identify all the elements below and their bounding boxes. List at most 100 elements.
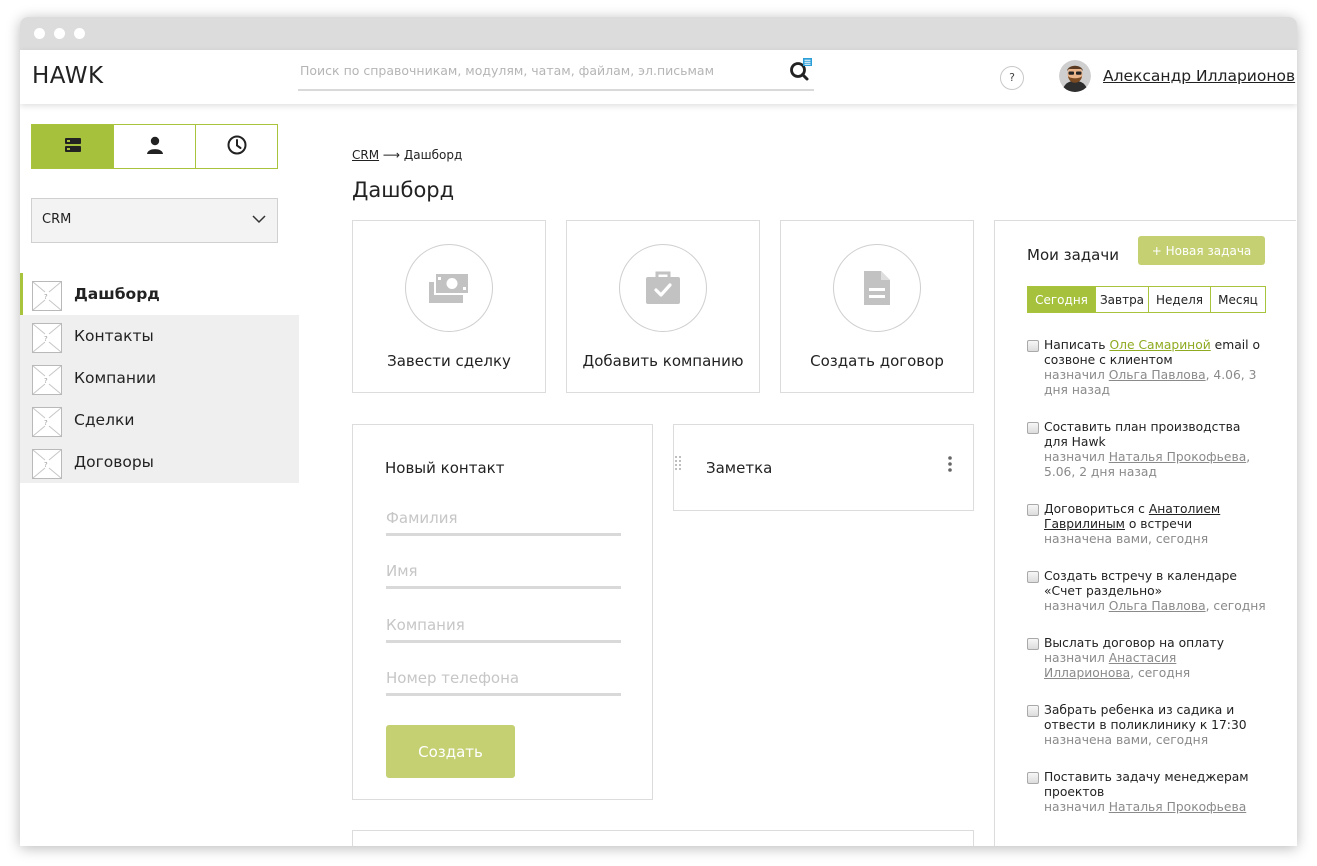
sidebar-item-label: Договоры: [74, 453, 154, 471]
svg-text:?: ?: [44, 377, 48, 385]
firstname-field-wrap: [386, 561, 621, 589]
sidebar-item-contracts[interactable]: ? Договоры: [20, 441, 299, 483]
sidebar-item-label: Дашборд: [74, 285, 160, 303]
quick-action-new-deal[interactable]: Завести сделку: [352, 220, 546, 393]
task-person-link[interactable]: Оле Самариной: [1109, 338, 1210, 352]
breadcrumb: CRM ⟶ Дашборд: [352, 148, 462, 162]
tab-tomorrow[interactable]: Завтра: [1096, 287, 1149, 312]
phone-field[interactable]: [386, 669, 621, 687]
help-button[interactable]: ?: [1000, 66, 1024, 90]
more-vertical-icon[interactable]: [947, 455, 953, 477]
task-meta: назначил Анастасия Илларионова, сегодня: [1044, 651, 1267, 681]
app-logo: HAWK: [32, 63, 104, 89]
avatar[interactable]: [1059, 60, 1091, 92]
task-meta-text: назначил: [1044, 599, 1109, 613]
sidebar-nav: ? Дашборд ? Контакты ? Компании ? Сделки…: [20, 273, 299, 483]
task-text: Написать: [1044, 338, 1110, 352]
page-title: Дашборд: [352, 178, 455, 202]
sidebar-item-companies[interactable]: ? Компании: [20, 357, 299, 399]
user-name-link[interactable]: Александр Илларионов: [1103, 67, 1295, 85]
task-assigner-link[interactable]: Ольга Павлова: [1109, 368, 1206, 382]
dashboard-widget-card: [352, 830, 974, 846]
task-assigner-link[interactable]: Наталья Прокофьева: [1109, 800, 1247, 814]
task-meta-text: назначил: [1044, 800, 1109, 814]
history-mode-button[interactable]: [196, 125, 277, 168]
document-icon: [833, 244, 921, 332]
task-meta: назначена вами, сегодня: [1044, 733, 1267, 748]
svg-text:?: ?: [44, 293, 48, 301]
placeholder-icon: ?: [32, 407, 62, 437]
task-meta: назначил Наталья Прокофьева: [1044, 800, 1267, 815]
company-field[interactable]: [386, 616, 621, 634]
task-checkbox[interactable]: [1027, 638, 1039, 650]
task-item: Забрать ребенка из садика и отвести в по…: [1027, 703, 1267, 748]
task-checkbox[interactable]: [1027, 705, 1039, 717]
task-meta-text: , сегодня: [1130, 666, 1191, 680]
task-item: Написать Оле Самариной email о созвоне с…: [1027, 338, 1267, 398]
sidebar: CRM ? Дашборд ? Контакты ? Компании ? Сд…: [20, 104, 299, 846]
task-assigner-link[interactable]: Ольга Павлова: [1109, 599, 1206, 613]
chevron-down-icon: [251, 211, 267, 231]
quick-action-add-company[interactable]: Добавить компанию: [566, 220, 760, 393]
task-item: Договориться с Анатолием Гаврилиным о вс…: [1027, 502, 1267, 547]
browser-window: HAWK ?: [20, 17, 1297, 846]
placeholder-icon: ?: [32, 365, 62, 395]
svg-text:?: ?: [44, 335, 48, 343]
task-meta-text: назначил: [1044, 450, 1109, 464]
tab-week[interactable]: Неделя: [1149, 287, 1211, 312]
quick-action-label: Добавить компанию: [582, 352, 744, 370]
task-checkbox[interactable]: [1027, 340, 1039, 352]
sidebar-item-deals[interactable]: ? Сделки: [20, 399, 299, 441]
briefcase-check-icon: [619, 244, 707, 332]
task-item: Составить план производства для Hawk наз…: [1027, 420, 1267, 480]
app-header: HAWK ?: [20, 50, 1297, 104]
drag-handle-icon[interactable]: [674, 455, 682, 477]
my-tasks-title: Мои задачи: [1027, 246, 1119, 264]
window-control-dot[interactable]: [34, 28, 45, 39]
tab-month[interactable]: Месяц: [1211, 287, 1265, 312]
window-control-dot[interactable]: [74, 28, 85, 39]
global-search: [298, 57, 814, 91]
sidebar-item-label: Компании: [74, 369, 157, 387]
task-text: Составить план производства для Hawk: [1044, 420, 1241, 449]
task-text: о встречи: [1124, 517, 1193, 531]
search-icon[interactable]: [788, 57, 814, 83]
search-input[interactable]: [300, 63, 770, 78]
module-select[interactable]: CRM: [31, 198, 278, 243]
task-checkbox[interactable]: [1027, 772, 1039, 784]
svg-text:?: ?: [44, 461, 48, 469]
placeholder-icon: ?: [32, 281, 62, 311]
task-meta-text: назначена вами, сегодня: [1044, 733, 1209, 747]
breadcrumb-link[interactable]: CRM: [352, 148, 379, 162]
task-checkbox[interactable]: [1027, 422, 1039, 434]
task-meta-text: , сегодня: [1205, 599, 1266, 613]
user-icon: [145, 135, 165, 159]
module-select-value: CRM: [42, 212, 72, 227]
sidebar-item-dashboard[interactable]: ? Дашборд: [20, 273, 299, 315]
clock-icon: [226, 134, 248, 160]
task-assigner-link[interactable]: Наталья Прокофьева: [1109, 450, 1247, 464]
task-text: Выслать договор на оплату: [1044, 636, 1224, 650]
lastname-field[interactable]: [386, 509, 621, 527]
note-card: Заметка: [673, 424, 974, 511]
window-titlebar: [20, 17, 1297, 50]
quick-action-create-contract[interactable]: Создать договор: [780, 220, 974, 393]
firstname-field[interactable]: [386, 562, 621, 580]
user-mode-button[interactable]: [114, 125, 196, 168]
new-task-button[interactable]: + Новая задача: [1138, 236, 1265, 265]
task-checkbox[interactable]: [1027, 504, 1039, 516]
task-checkbox[interactable]: [1027, 571, 1039, 583]
window-control-dot[interactable]: [54, 28, 65, 39]
tab-today[interactable]: Сегодня: [1028, 287, 1096, 312]
task-list: Написать Оле Самариной email о созвоне с…: [1027, 338, 1267, 837]
task-text: Забрать ребенка из садика и отвести в по…: [1044, 703, 1247, 732]
breadcrumb-separator: ⟶: [379, 148, 404, 162]
modules-mode-button[interactable]: [32, 125, 114, 168]
new-contact-card: Новый контакт Создать: [352, 424, 653, 800]
breadcrumb-current: Дашборд: [403, 148, 463, 162]
quick-action-label: Создать договор: [810, 352, 944, 370]
sidebar-item-contacts[interactable]: ? Контакты: [20, 315, 299, 357]
create-contact-button[interactable]: Создать: [386, 725, 515, 778]
placeholder-icon: ?: [32, 323, 62, 353]
new-contact-title: Новый контакт: [385, 459, 505, 477]
